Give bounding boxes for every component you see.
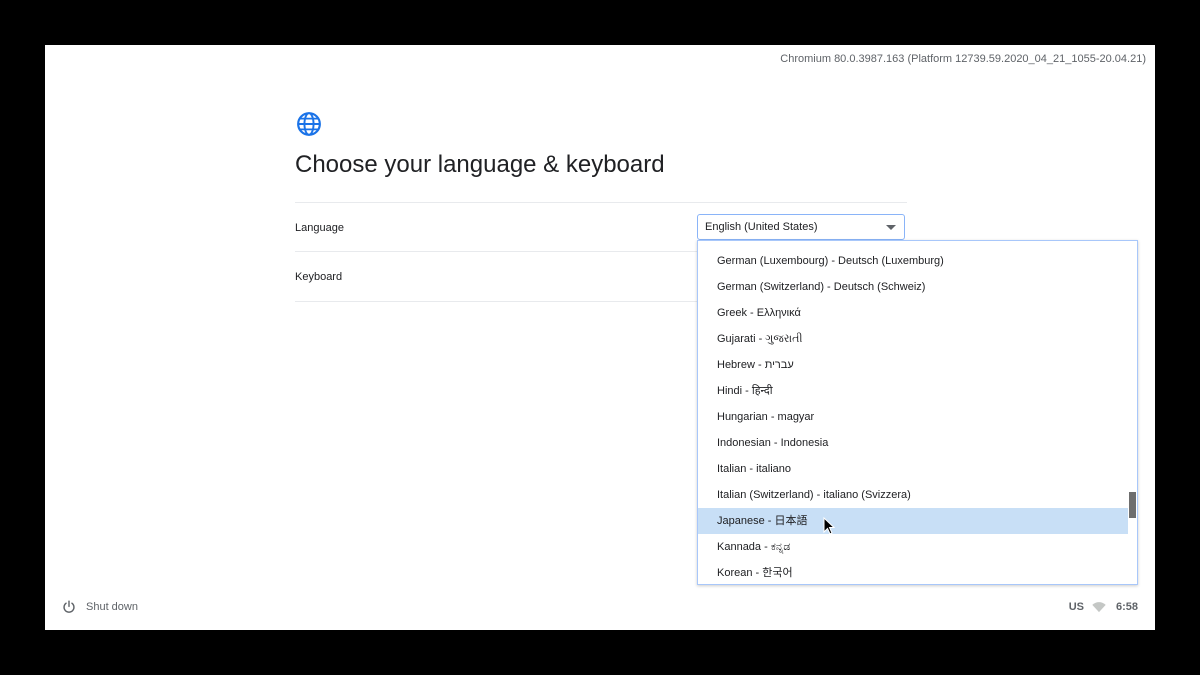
dropdown-option[interactable]: Indonesian - Indonesia [698,430,1130,456]
dropdown-option[interactable]: Italian (Switzerland) - italiano (Svizze… [698,482,1130,508]
status-tray[interactable]: US 6:58 [1069,601,1138,613]
dropdown-option[interactable]: German (Switzerland) - Deutsch (Schweiz) [698,274,1130,300]
mouse-cursor-icon [823,517,835,535]
dropdown-option[interactable]: Hungarian - magyar [698,404,1130,430]
language-select-value: English (United States) [705,221,818,233]
clock: 6:58 [1115,601,1138,613]
wifi-icon [1092,601,1106,612]
shutdown-button[interactable]: Shut down [62,600,138,614]
version-info: Chromium 80.0.3987.163 (Platform 12739.5… [780,53,1146,65]
dropdown-option[interactable]: Gujarati - ગુજરાતી [698,326,1130,352]
shutdown-label: Shut down [86,601,138,613]
globe-icon [297,112,321,136]
dropdown-option[interactable]: Greek - Ελληνικά [698,300,1130,326]
dropdown-scrollbar[interactable] [1128,241,1137,584]
keyboard-layout-indicator: US [1068,601,1084,613]
dropdown-option[interactable]: Korean - 한국어 [698,560,1130,584]
divider [295,202,907,203]
power-icon [63,600,75,613]
dropdown-option-highlighted[interactable]: Japanese - 日本語 [698,508,1130,534]
oobe-screen: Chromium 80.0.3987.163 (Platform 12739.5… [45,45,1155,630]
dropdown-option[interactable]: Kannada - ಕನ್ನಡ [698,534,1130,560]
page-title: Choose your language & keyboard [295,151,665,178]
dropdown-option[interactable]: Italian - italiano [698,456,1130,482]
dropdown-option[interactable]: Hindi - हिन्दी [698,378,1130,404]
dropdown-arrow-icon [886,225,896,230]
language-label: Language [295,222,344,234]
scrollbar-thumb[interactable] [1129,492,1136,518]
dropdown-option[interactable]: Hebrew - עברית [698,352,1130,378]
keyboard-label: Keyboard [295,271,343,283]
language-select[interactable]: English (United States) [697,214,905,240]
dropdown-option[interactable]: German (Luxembourg) - Deutsch (Luxemburg… [698,248,1130,274]
language-dropdown-list[interactable]: German (Luxembourg) - Deutsch (Luxemburg… [697,240,1138,585]
